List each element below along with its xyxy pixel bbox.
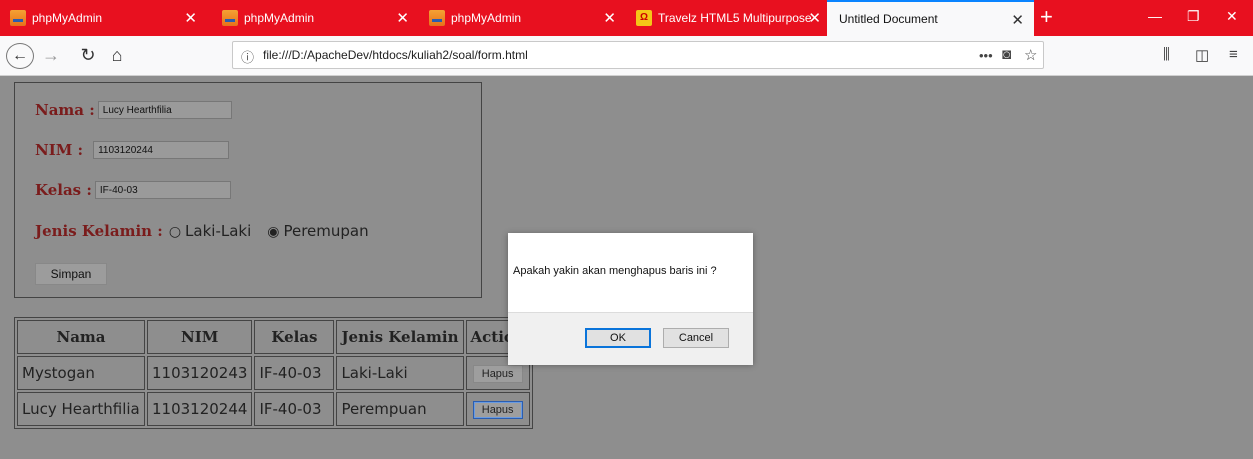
library-icon[interactable]: ⫼ bbox=[1163, 46, 1170, 63]
nim-label: NIM : bbox=[35, 141, 84, 159]
tab-phpmyadmin-3[interactable]: phpMyAdmin ✕ bbox=[419, 0, 626, 36]
simpan-button[interactable]: Simpan bbox=[35, 263, 107, 285]
header-nim: NIM bbox=[147, 320, 253, 354]
info-icon[interactable]: ⓘ bbox=[241, 47, 254, 66]
navigation-bar: ← → ↻ ⌂ ⓘ file:///D:/ApacheDev/htdocs/ku… bbox=[0, 36, 1253, 76]
close-icon[interactable]: ✕ bbox=[1011, 11, 1024, 29]
tab-bar: phpMyAdmin ✕ phpMyAdmin ✕ phpMyAdmin ✕ Ω… bbox=[0, 0, 1253, 36]
student-table: Nama NIM Kelas Jenis Kelamin Action Myst… bbox=[14, 317, 533, 429]
kelas-input[interactable]: IF-40-03 bbox=[94, 181, 231, 199]
nama-label: Nama : bbox=[35, 101, 95, 119]
radio-perempuan[interactable]: ◉ Peremupan bbox=[267, 222, 368, 240]
cell-nama: Lucy Hearthfilia bbox=[17, 392, 145, 426]
nim-field: NIM : 1103120244 bbox=[35, 141, 230, 159]
url-text: file:///D:/ApacheDev/htdocs/kuliah2/soal… bbox=[263, 48, 528, 62]
tab-travelz[interactable]: Ω Travelz HTML5 Multipurpose Tr ✕ bbox=[626, 0, 827, 36]
radio-unchecked-icon: ○ bbox=[168, 224, 182, 240]
header-jenis-kelamin: Jenis Kelamin bbox=[336, 320, 464, 354]
home-icon[interactable]: ⌂ bbox=[107, 42, 127, 68]
close-icon[interactable]: ✕ bbox=[184, 9, 197, 27]
cell-nim: 1103120244 bbox=[147, 392, 253, 426]
hapus-button[interactable]: Hapus bbox=[472, 365, 523, 383]
page-actions-icon[interactable]: ••• bbox=[979, 48, 993, 63]
table-header-row: Nama NIM Kelas Jenis Kelamin Action bbox=[17, 320, 530, 354]
pocket-icon[interactable]: ◙ bbox=[1002, 46, 1011, 63]
restore-icon[interactable]: ❐ bbox=[1187, 8, 1200, 25]
tab-phpmyadmin-2[interactable]: phpMyAdmin ✕ bbox=[212, 0, 419, 36]
phpmyadmin-icon bbox=[222, 10, 238, 26]
tab-phpmyadmin-1[interactable]: phpMyAdmin ✕ bbox=[0, 0, 207, 36]
tab-label: Untitled Document bbox=[839, 12, 938, 26]
radio-checked-icon: ◉ bbox=[267, 224, 280, 240]
gender-field: Jenis Kelamin : ○ Laki-Laki ◉ Peremupan bbox=[35, 222, 369, 240]
tab-label: Travelz HTML5 Multipurpose Tr bbox=[658, 11, 813, 25]
sidebar-icon[interactable]: ◫ bbox=[1195, 46, 1209, 64]
phpmyadmin-icon bbox=[10, 10, 26, 26]
cancel-button[interactable]: Cancel bbox=[663, 328, 729, 348]
forward-icon[interactable]: → bbox=[41, 42, 61, 68]
travelz-icon: Ω bbox=[636, 10, 652, 26]
cell-jenis-kelamin: Perempuan bbox=[336, 392, 464, 426]
radio-label: Peremupan bbox=[283, 222, 369, 240]
close-icon[interactable]: ✕ bbox=[808, 9, 821, 27]
tab-untitled-document[interactable]: Untitled Document ✕ bbox=[827, 0, 1034, 36]
table-row: Mystogan 1103120243 IF-40-03 Laki-Laki H… bbox=[17, 356, 530, 390]
header-nama: Nama bbox=[17, 320, 145, 354]
tab-label: phpMyAdmin bbox=[32, 11, 103, 25]
hapus-button[interactable]: Hapus bbox=[472, 401, 523, 419]
close-icon[interactable]: ✕ bbox=[396, 9, 409, 27]
nim-input[interactable]: 1103120244 bbox=[93, 141, 230, 159]
confirm-dialog: Apakah yakin akan menghapus baris ini ? … bbox=[508, 233, 753, 365]
header-kelas: Kelas bbox=[254, 320, 335, 354]
cell-kelas: IF-40-03 bbox=[254, 392, 335, 426]
new-tab-icon[interactable]: + bbox=[1040, 4, 1053, 30]
student-form: Nama : Lucy Hearthfilia NIM : 1103120244… bbox=[14, 82, 482, 298]
window-close-icon[interactable]: ✕ bbox=[1226, 8, 1238, 25]
nama-input[interactable]: Lucy Hearthfilia bbox=[97, 101, 232, 119]
radio-laki-laki[interactable]: ○ Laki-Laki bbox=[169, 222, 251, 240]
phpmyadmin-icon bbox=[429, 10, 445, 26]
minimize-icon[interactable]: — bbox=[1148, 8, 1162, 24]
close-icon[interactable]: ✕ bbox=[603, 9, 616, 27]
reload-icon[interactable]: ↻ bbox=[78, 42, 98, 68]
cell-nim: 1103120243 bbox=[147, 356, 253, 390]
cell-action: Hapus bbox=[465, 392, 530, 426]
tab-label: phpMyAdmin bbox=[244, 11, 315, 25]
kelas-field: Kelas : IF-40-03 bbox=[35, 181, 231, 199]
cell-jenis-kelamin: Laki-Laki bbox=[336, 356, 464, 390]
nama-field: Nama : Lucy Hearthfilia bbox=[35, 101, 232, 119]
table-row: Lucy Hearthfilia 1103120244 IF-40-03 Per… bbox=[17, 392, 530, 426]
dialog-footer: OK Cancel bbox=[508, 312, 753, 365]
tab-label: phpMyAdmin bbox=[451, 11, 522, 25]
cell-kelas: IF-40-03 bbox=[254, 356, 335, 390]
cell-nama: Mystogan bbox=[17, 356, 145, 390]
bookmark-star-icon[interactable]: ☆ bbox=[1024, 46, 1037, 64]
menu-icon[interactable]: ≡ bbox=[1229, 46, 1238, 63]
radio-label: Laki-Laki bbox=[185, 222, 252, 240]
back-icon[interactable]: ← bbox=[6, 43, 34, 69]
kelas-label: Kelas : bbox=[35, 181, 92, 199]
dialog-message: Apakah yakin akan menghapus baris ini ? bbox=[513, 265, 717, 277]
url-bar[interactable]: ⓘ file:///D:/ApacheDev/htdocs/kuliah2/so… bbox=[232, 41, 1044, 69]
ok-button[interactable]: OK bbox=[585, 328, 651, 348]
gender-label: Jenis Kelamin : bbox=[35, 222, 163, 240]
